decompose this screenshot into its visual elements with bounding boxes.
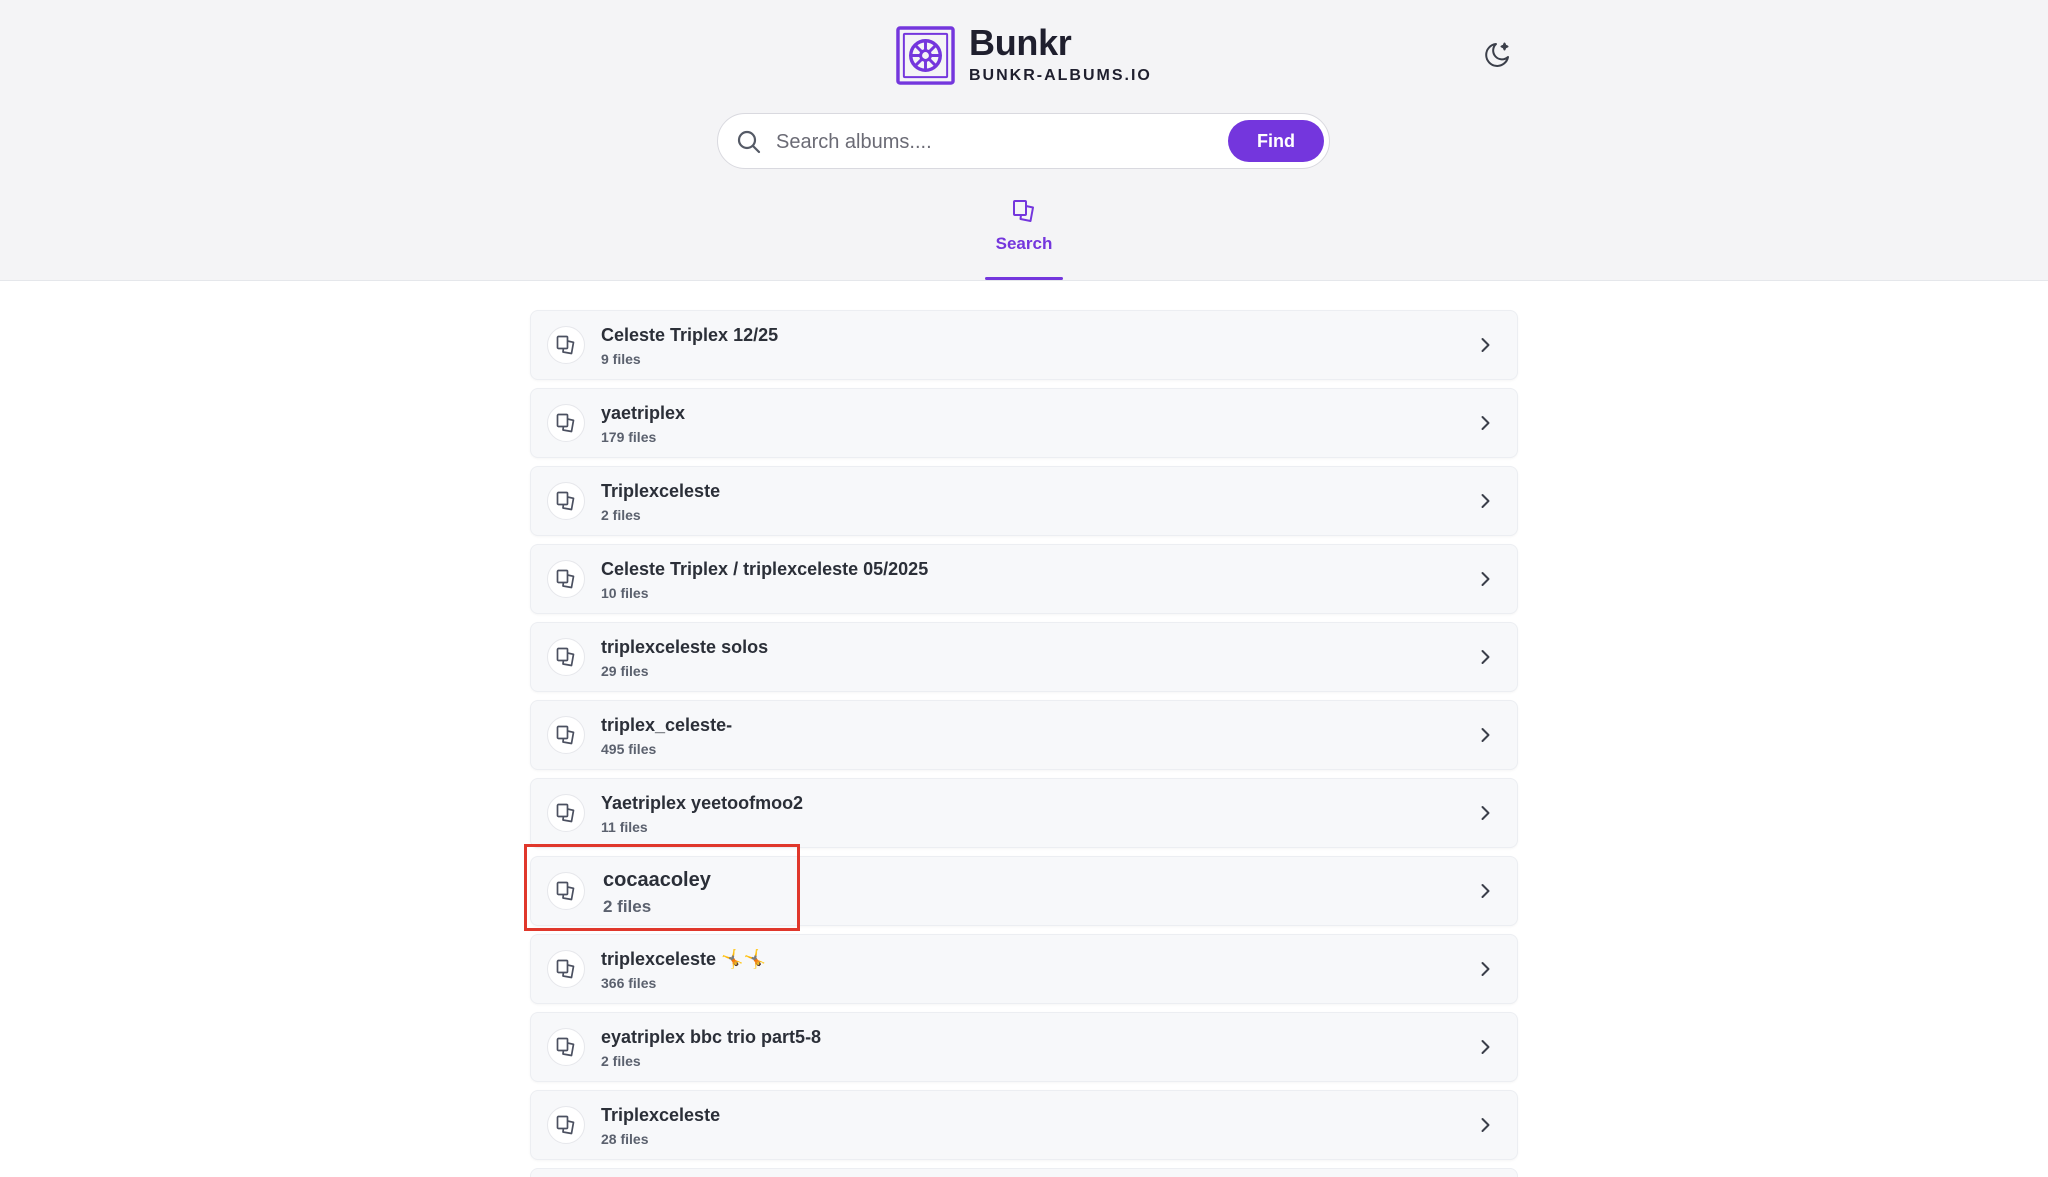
header: Bunkr BUNKR-ALBUMS.IO Find Search — [0, 0, 2048, 281]
list-item[interactable] — [530, 1168, 1518, 1177]
album-row[interactable]: Celeste Triplex 12/25 9 files — [530, 310, 1518, 380]
album-file-count: 2 files — [601, 1053, 641, 1069]
album-file-count: 495 files — [601, 741, 657, 757]
album-title: Yaetriplex yeetoofmoo2 — [601, 793, 804, 813]
album-title: Triplexceleste — [601, 1105, 721, 1125]
album-icon — [547, 638, 585, 676]
theme-toggle-button[interactable] — [1480, 38, 1514, 72]
search-input[interactable] — [776, 122, 1216, 162]
album-icon — [547, 404, 585, 442]
album-title: triplexceleste solos — [601, 637, 769, 657]
album-title: Triplexceleste — [601, 481, 721, 501]
find-button[interactable]: Find — [1228, 120, 1324, 162]
album-file-count: 28 files — [601, 1131, 649, 1147]
album-icon — [547, 482, 585, 520]
chevron-right-icon — [1475, 647, 1495, 667]
chevron-right-icon — [1475, 491, 1495, 511]
album-row[interactable]: triplex_celeste- 495 files — [530, 700, 1518, 770]
chevron-right-icon — [1475, 413, 1495, 433]
tab-active-indicator — [985, 277, 1063, 280]
album-icon — [547, 950, 585, 988]
album-file-count: 10 files — [601, 585, 649, 601]
album-list: Celeste Triplex 12/25 9 files yaetriplex 17… — [530, 310, 1518, 1168]
album-title: cocaacoley — [603, 869, 711, 891]
album-row[interactable]: Triplexceleste 28 files — [530, 1090, 1518, 1160]
logo-icon — [896, 25, 955, 85]
moon-sparkle-icon — [1485, 42, 1509, 67]
album-row[interactable]: cocaacoley 2 files — [530, 856, 1518, 926]
brand-text: Bunkr BUNKR-ALBUMS.IO — [969, 24, 1152, 86]
album-file-count: 179 files — [601, 429, 657, 445]
album-title: Celeste Triplex / triplexceleste 05/2025 — [601, 559, 929, 579]
tab-search[interactable]: Search — [985, 196, 1063, 280]
album-title: triplex_celeste- — [601, 715, 733, 735]
chevron-right-icon — [1475, 881, 1495, 901]
album-file-count: 11 files — [601, 819, 648, 835]
search-bar: Find — [717, 113, 1330, 169]
search-icon — [737, 130, 761, 154]
chevron-right-icon — [1475, 803, 1495, 823]
album-icon — [547, 560, 585, 598]
album-icon — [547, 1028, 585, 1066]
album-row[interactable]: yaetriplex 179 files — [530, 388, 1518, 458]
brand-name: Bunkr — [969, 22, 1072, 63]
album-title: yaetriplex — [601, 403, 686, 423]
chevron-right-icon — [1475, 1037, 1495, 1057]
album-row[interactable]: triplexceleste 🤸🤸 366 files — [530, 934, 1518, 1004]
chevron-right-icon — [1475, 1115, 1495, 1135]
album-row[interactable]: triplexceleste solos 29 files — [530, 622, 1518, 692]
album-icon — [1013, 200, 1034, 222]
album-icon — [547, 716, 585, 754]
album-file-count: 2 files — [601, 507, 641, 523]
chevron-right-icon — [1475, 725, 1495, 745]
album-title: triplexceleste 🤸🤸 — [601, 949, 766, 969]
album-row[interactable]: Yaetriplex yeetoofmoo2 11 files — [530, 778, 1518, 848]
album-file-count: 9 files — [601, 351, 641, 367]
album-icon — [547, 872, 585, 910]
chevron-right-icon — [1475, 569, 1495, 589]
chevron-right-icon — [1475, 959, 1495, 979]
album-row[interactable]: Celeste Triplex / triplexceleste 05/2025… — [530, 544, 1518, 614]
album-row[interactable]: eyatriplex bbc trio part5-8 2 files — [530, 1012, 1518, 1082]
album-icon — [547, 794, 585, 832]
brand[interactable]: Bunkr BUNKR-ALBUMS.IO — [896, 24, 1152, 86]
album-title: eyatriplex bbc trio part5-8 — [601, 1027, 822, 1047]
album-icon — [547, 1106, 585, 1144]
chevron-right-icon — [1475, 335, 1495, 355]
album-file-count: 2 files — [603, 897, 652, 916]
album-row[interactable]: Triplexceleste 2 files — [530, 466, 1518, 536]
tab-label: Search — [995, 234, 1053, 253]
album-title: Celeste Triplex 12/25 — [601, 325, 779, 345]
album-icon — [547, 326, 585, 364]
album-file-count: 29 files — [601, 663, 649, 679]
album-file-count: 366 files — [601, 975, 657, 991]
brand-domain: BUNKR-ALBUMS.IO — [969, 67, 1152, 84]
